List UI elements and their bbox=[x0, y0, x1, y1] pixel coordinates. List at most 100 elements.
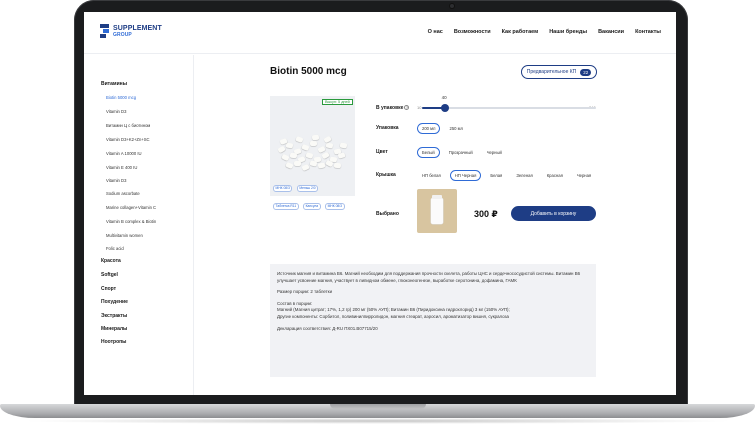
logo-line1: SUPPLEMENT bbox=[113, 25, 162, 32]
composition-heading: Состав в порции: bbox=[277, 300, 313, 306]
sidebar-item-vitamins[interactable]: Витамины bbox=[101, 81, 127, 87]
color-option[interactable]: Прозрачный bbox=[443, 147, 478, 158]
category-sidebar: Витамины Biotin 5000 mcg Vitamin D3 Вита… bbox=[84, 55, 194, 395]
tablet bbox=[301, 143, 310, 151]
sidebar-subitem[interactable]: Multivitamin women bbox=[106, 233, 143, 238]
cap-option[interactable]: Черная bbox=[571, 170, 597, 181]
tablet bbox=[323, 135, 332, 143]
cap-option[interactable]: Белая bbox=[485, 170, 508, 181]
logo-icon bbox=[100, 24, 109, 39]
tablet bbox=[317, 145, 326, 153]
quantity-label: В упаковке? bbox=[376, 105, 410, 111]
color-options: Белый Прозрачный Черный bbox=[417, 147, 507, 158]
packing-option[interactable]: 200 мл bbox=[417, 123, 441, 134]
description-text: Источник магния и витамина B6. Магний не… bbox=[277, 271, 581, 283]
cap-options: НП белая НП Черная Белая Зеленая Красная… bbox=[417, 170, 597, 181]
portion-size: Размер порции: 2 таблетки bbox=[277, 289, 333, 295]
laptop-shadow bbox=[20, 418, 735, 424]
sidebar-subitem[interactable]: Vitamin D3 bbox=[106, 178, 126, 183]
nav-about[interactable]: О нас bbox=[428, 29, 443, 35]
tablet bbox=[281, 153, 290, 161]
logo-line2: GROUP bbox=[113, 32, 132, 38]
tablet bbox=[309, 160, 318, 167]
offer-count-badge: 22 bbox=[580, 68, 592, 76]
sidebar-item-minerals[interactable]: Минералы bbox=[101, 326, 127, 332]
cap-option[interactable]: Зеленая bbox=[511, 170, 538, 181]
jar-image bbox=[431, 195, 443, 224]
image-tag[interactable]: Капсула bbox=[303, 202, 321, 210]
camera-icon bbox=[450, 4, 454, 8]
sidebar-item-softgel[interactable]: Softgel bbox=[101, 272, 118, 278]
preliminary-offer-button[interactable]: Предварительное КП 22 bbox=[521, 65, 597, 79]
sidebar-item-nootropics[interactable]: Ноотропы bbox=[101, 339, 126, 345]
sidebar-subitem[interactable]: Витамин Ц с биотином bbox=[106, 123, 150, 128]
sidebar-subitem[interactable]: Vitamin E 400 IU bbox=[106, 165, 137, 170]
nav-contacts[interactable]: Контакты bbox=[635, 29, 661, 35]
color-option[interactable]: Черный bbox=[481, 147, 507, 158]
tablet bbox=[321, 151, 330, 159]
sidebar-subitem[interactable]: Biotin 5000 mcg bbox=[106, 95, 136, 100]
add-to-cart-button[interactable]: Добавить в корзину bbox=[511, 206, 596, 221]
info-icon[interactable]: ? bbox=[404, 105, 410, 110]
image-tag[interactable]: Таблетка R11 bbox=[273, 202, 299, 210]
sidebar-item-extracts[interactable]: Экстракты bbox=[101, 313, 127, 319]
tablet bbox=[289, 152, 298, 158]
nav-vacancies[interactable]: Вакансии bbox=[598, 29, 624, 35]
sidebar-subitem[interactable]: Vitamin A 10000 IU bbox=[106, 151, 142, 156]
cap-option[interactable]: НП белая bbox=[417, 170, 446, 181]
sidebar-subitem[interactable]: Marine collagen+Vitamin C bbox=[106, 205, 156, 210]
site-header: SUPPLEMENT GROUP О нас Возможности Как р… bbox=[84, 12, 676, 54]
composition-text: Магний (Магния цитрат; 17%, 1,2 гр) 200 … bbox=[277, 307, 510, 313]
tablet bbox=[309, 140, 318, 146]
tablet bbox=[325, 142, 334, 149]
color-label: Цвет bbox=[376, 149, 388, 155]
sidebar-item-weight-loss[interactable]: Похудение bbox=[101, 299, 128, 305]
declaration: Декларация соответствия: Д-RU ПХ01.В0771… bbox=[277, 325, 378, 331]
tablet bbox=[285, 161, 294, 169]
nav-how-we-work[interactable]: Как работаем bbox=[502, 29, 539, 35]
packing-label: Упаковка bbox=[376, 125, 399, 131]
cap-label: Крышка bbox=[376, 172, 396, 178]
preliminary-offer-label: Предварительное КП bbox=[526, 69, 577, 75]
tablet bbox=[337, 152, 346, 159]
image-tag[interactable]: Меньш 2/0 bbox=[296, 184, 319, 192]
slider-value: 40 bbox=[441, 95, 447, 100]
buyout-badge: Выкуп: 5 дней bbox=[322, 99, 353, 105]
tablets-image bbox=[274, 133, 349, 173]
product-description: Источник магния и витамина B6. Магний не… bbox=[270, 264, 596, 377]
sidebar-subitem[interactable]: Vitamin D3+K2+Zn+SC bbox=[106, 137, 150, 142]
sidebar-item-beauty[interactable]: Красота bbox=[101, 258, 121, 264]
packing-options: 200 мл 250 мл bbox=[417, 123, 468, 134]
tablet bbox=[339, 142, 348, 149]
tablet bbox=[333, 162, 342, 168]
quantity-slider[interactable] bbox=[422, 104, 596, 112]
cap-option[interactable]: НП Черная bbox=[449, 170, 482, 181]
tablet bbox=[293, 160, 302, 166]
cap-option[interactable]: Красная bbox=[541, 170, 568, 181]
sidebar-subitem[interactable]: Vitamin D3 bbox=[106, 109, 126, 114]
nav-capabilities[interactable]: Возможности bbox=[454, 29, 491, 35]
product-price: 300 ₽ bbox=[474, 209, 498, 219]
packing-option[interactable]: 250 мл bbox=[444, 123, 468, 134]
tablet bbox=[277, 145, 286, 153]
image-tag[interactable]: МНК 08/3 bbox=[325, 202, 345, 210]
sidebar-item-sport[interactable]: Спорт bbox=[101, 286, 116, 292]
color-option[interactable]: Белый bbox=[417, 147, 440, 158]
tablet bbox=[295, 136, 304, 143]
sidebar-subitem[interactable]: Folic acid bbox=[106, 246, 124, 251]
slider-thumb[interactable] bbox=[440, 104, 449, 112]
tablet bbox=[301, 163, 310, 171]
sidebar-subitem[interactable]: Vitamin B complex & Biotin bbox=[106, 219, 156, 224]
nav-brands[interactable]: Наши бренды bbox=[549, 29, 587, 35]
other-components: Другие компоненты: Сорбитол, поливинилпи… bbox=[277, 313, 509, 319]
product-title: Biotin 5000 mcg bbox=[270, 66, 347, 77]
image-tags: МНК 08/3 Меньш 2/0 Таблетка R11 Капсула … bbox=[273, 176, 353, 212]
tablet bbox=[311, 134, 320, 140]
sidebar-subitem[interactable]: Sodium ascorbate bbox=[106, 191, 140, 196]
image-tag[interactable]: МНК 08/3 bbox=[273, 184, 293, 192]
site-logo[interactable]: SUPPLEMENT GROUP bbox=[100, 24, 162, 39]
selected-label: Выбрано bbox=[376, 211, 399, 217]
main-nav: О нас Возможности Как работаем Наши брен… bbox=[428, 29, 661, 35]
slider-min: 10 bbox=[417, 105, 422, 110]
tablet bbox=[285, 142, 294, 148]
